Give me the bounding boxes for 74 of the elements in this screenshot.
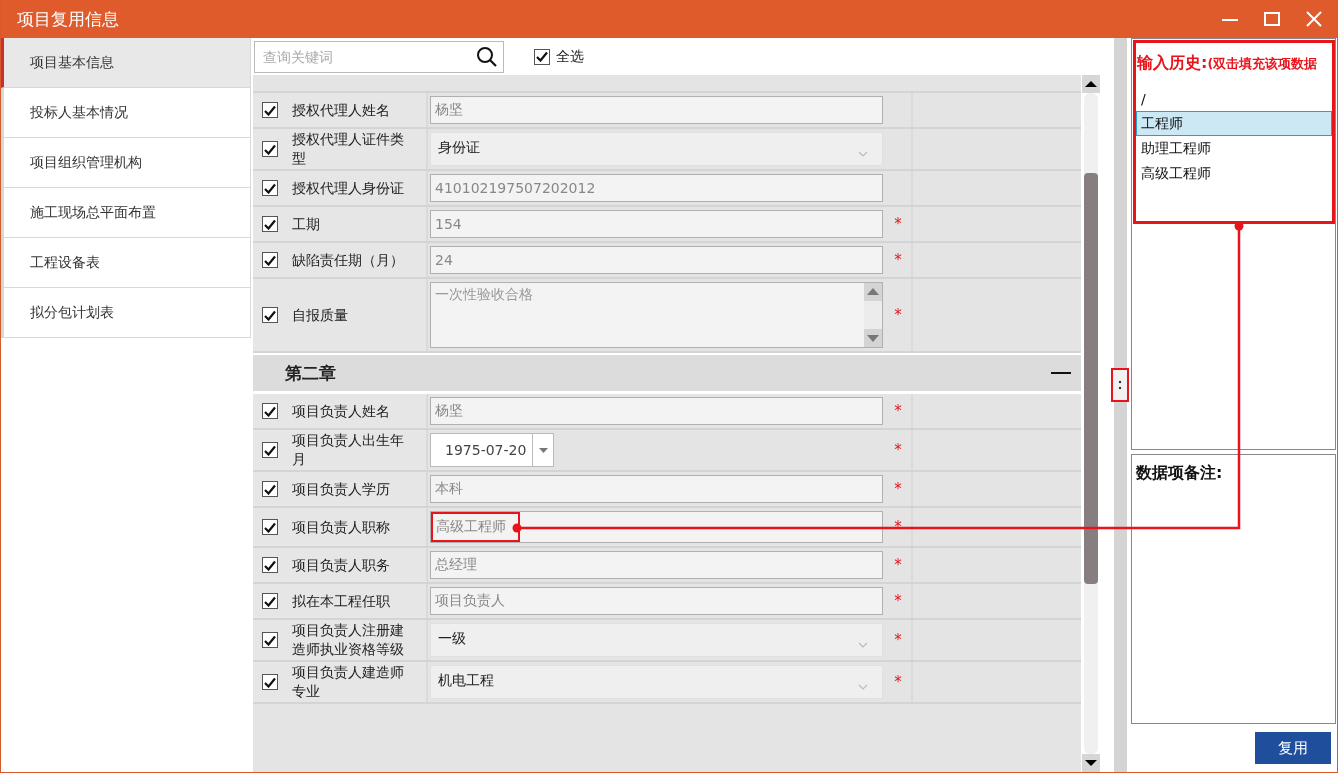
chevron-down-icon xyxy=(858,684,868,690)
history-hint: (双击填充该项数据 xyxy=(1207,56,1318,73)
scroll-up-icon[interactable] xyxy=(1082,75,1100,93)
search-field[interactable]: 查询关键词 xyxy=(254,40,504,73)
required-mark: * xyxy=(894,441,902,459)
section-header[interactable]: 第二章 xyxy=(253,355,1081,394)
field-label: 项目负责人姓名 xyxy=(292,401,391,421)
required-mark: * xyxy=(894,251,902,269)
caret-down-icon xyxy=(538,447,548,453)
checkbox[interactable] xyxy=(262,519,278,535)
close-icon[interactable] xyxy=(1305,10,1323,28)
field-label: 项目负责人出生年月 xyxy=(292,431,405,469)
checkbox[interactable] xyxy=(262,180,278,196)
field-label: 项目负责人建造师专业 xyxy=(292,663,405,701)
history-item[interactable]: / xyxy=(1136,86,1332,111)
checkbox[interactable] xyxy=(534,48,550,65)
checkbox[interactable] xyxy=(262,593,278,609)
field-label: 授权代理人身份证 xyxy=(292,178,405,198)
chevron-down-icon xyxy=(858,151,868,157)
notes-title: 数据项备注: xyxy=(1136,463,1223,482)
sidebar-item[interactable]: 拟分包计划表 xyxy=(1,288,251,338)
maximize-icon[interactable] xyxy=(1263,10,1281,28)
checkbox[interactable] xyxy=(262,481,278,497)
required-mark: * xyxy=(894,518,902,536)
required-mark: * xyxy=(894,673,902,691)
history-item[interactable]: 高级工程师 xyxy=(1136,161,1332,186)
dropdown-field[interactable]: 一级 xyxy=(430,623,883,657)
history-item[interactable]: 助理工程师 xyxy=(1136,136,1332,161)
checkbox[interactable] xyxy=(262,216,278,232)
field-label: 项目负责人注册建造师执业资格等级 xyxy=(292,621,405,659)
scroll-down-icon[interactable] xyxy=(1082,754,1100,772)
checkbox[interactable] xyxy=(262,307,278,323)
dropdown-field[interactable]: 机电工程 xyxy=(430,665,883,699)
checkbox[interactable] xyxy=(262,252,278,268)
checkbox[interactable] xyxy=(262,102,278,118)
checkbox[interactable] xyxy=(262,674,278,690)
field-label: 项目负责人学历 xyxy=(292,479,391,499)
field-label: 自报质量 xyxy=(292,305,349,325)
field-label: 授权代理人证件类型 xyxy=(292,130,405,168)
date-field[interactable]: 1975-07-20 xyxy=(430,433,554,467)
required-mark: * xyxy=(894,215,902,233)
checkbox[interactable] xyxy=(262,403,278,419)
history-item[interactable]: 工程师 xyxy=(1136,111,1332,136)
checkbox[interactable] xyxy=(262,632,278,648)
splitter-grip-icon[interactable] xyxy=(1111,368,1129,402)
chevron-down-icon xyxy=(858,642,868,648)
sidebar-item[interactable]: 工程设备表 xyxy=(1,238,251,288)
required-mark: * xyxy=(894,480,902,498)
scrollbar-thumb[interactable] xyxy=(1084,173,1098,584)
sidebar-item[interactable]: 施工现场总平面布置 xyxy=(1,188,251,238)
field-label: 拟在本工程任职 xyxy=(292,591,391,611)
checkbox[interactable] xyxy=(262,442,278,458)
required-mark: * xyxy=(894,556,902,574)
section-title: 第二章 xyxy=(285,361,336,385)
field-label: 项目负责人职称 xyxy=(292,517,391,537)
required-mark: * xyxy=(894,592,902,610)
field-label: 授权代理人姓名 xyxy=(292,100,391,120)
required-mark: * xyxy=(894,631,902,649)
field-label: 缺陷责任期（月） xyxy=(292,250,405,270)
sidebar-item[interactable]: 项目基本信息 xyxy=(1,38,251,88)
history-title: 输入历史: xyxy=(1137,53,1208,74)
search-icon[interactable] xyxy=(476,45,498,68)
sidebar-item[interactable]: 项目组织管理机构 xyxy=(1,138,251,188)
checkbox[interactable] xyxy=(262,141,278,157)
checkbox[interactable] xyxy=(262,557,278,573)
sidebar-item[interactable]: 投标人基本情况 xyxy=(1,88,251,138)
reuse-button[interactable]: 复用 xyxy=(1255,732,1331,764)
dropdown-field[interactable]: 身份证 xyxy=(430,132,883,166)
field-label: 项目负责人职务 xyxy=(292,555,391,575)
window-title: 项目复用信息 xyxy=(17,7,119,31)
required-mark: * xyxy=(894,402,902,420)
field-label: 工期 xyxy=(292,214,321,234)
select-all-label: 全选 xyxy=(556,47,584,66)
required-mark: * xyxy=(894,306,902,324)
